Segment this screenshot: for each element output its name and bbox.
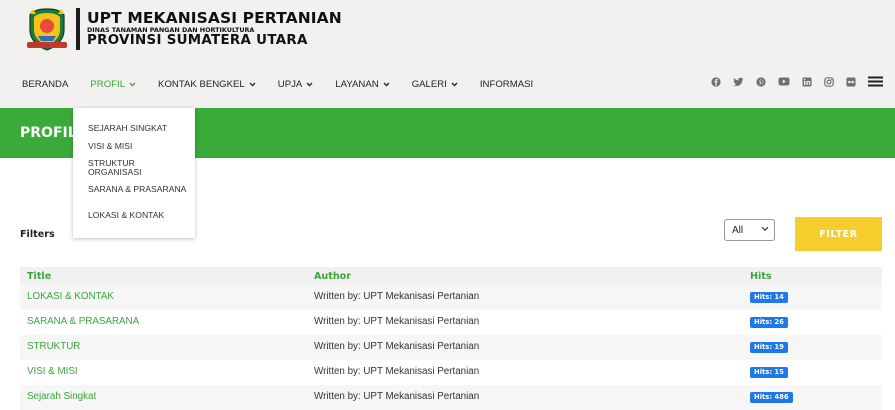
dropdown-item-sejarah-singkat[interactable]: SEJARAH SINGKAT (88, 124, 188, 133)
instagram-icon[interactable] (824, 76, 834, 87)
nav-item-label: LAYANAN (335, 78, 379, 90)
table-row: LOKASI & KONTAK Written by: UPT Mekanisa… (20, 285, 882, 310)
hits-badge: Hits: 26 (750, 317, 788, 328)
pinterest-icon[interactable] (756, 76, 766, 87)
nav-item-beranda[interactable]: BERANDA (22, 79, 68, 90)
site-header: UPT MEKANISASI PERTANIAN DINAS TANAMAN P… (0, 0, 895, 108)
filters-label: Filters (20, 229, 55, 240)
column-header-hits[interactable]: Hits (750, 271, 772, 282)
nav-item-upja[interactable]: UPJA (278, 79, 314, 90)
menu-hamburger-icon[interactable] (868, 76, 883, 87)
youtube-icon[interactable] (778, 77, 790, 86)
articles-table: Title Author Hits LOKASI & KONTAK Writte… (20, 267, 882, 410)
hits-badge: Hits: 15 (750, 367, 788, 378)
article-author: Written by: UPT Mekanisasi Pertanian (314, 316, 480, 327)
article-title-link[interactable]: VISI & MISI (27, 366, 78, 377)
article-author: Written by: UPT Mekanisasi Pertanian (314, 391, 480, 402)
table-row: STRUKTUR Written by: UPT Mekanisasi Pert… (20, 335, 882, 360)
site-logo[interactable]: UPT MEKANISASI PERTANIAN DINAS TANAMAN P… (24, 6, 342, 52)
table-row: SARANA & PRASARANA Written by: UPT Mekan… (20, 310, 882, 335)
chevron-down-icon (306, 82, 313, 87)
chevron-down-icon (249, 82, 256, 87)
linkedin-icon[interactable] (802, 77, 812, 87)
hits-badge: Hits: 19 (750, 342, 788, 353)
article-author: Written by: UPT Mekanisasi Pertanian (314, 341, 480, 352)
profil-dropdown-menu: SEJARAH SINGKAT VISI & MISI STRUKTUR ORG… (73, 108, 195, 238)
brand-title: UPT MEKANISASI PERTANIAN (87, 9, 342, 27)
nav-item-label: BERANDA (22, 78, 69, 90)
province-emblem-icon (27, 8, 67, 51)
brand-province: PROVINSI SUMATERA UTARA (87, 33, 308, 48)
logo-divider (76, 8, 80, 50)
nav-item-kontak-bengkel[interactable]: KONTAK BENGKEL (158, 79, 256, 90)
dropdown-item-visi-misi[interactable]: VISI & MISI (88, 142, 188, 151)
article-title-link[interactable]: STRUKTUR (27, 341, 80, 352)
nav-item-label: PROFIL (90, 78, 126, 90)
filter-select-value: All (732, 225, 744, 236)
article-title-link[interactable]: LOKASI & KONTAK (27, 291, 114, 302)
facebook-icon[interactable] (711, 76, 721, 87)
page-title: PROFIL (20, 125, 77, 141)
dropdown-item-struktur-organisasi[interactable]: STRUKTUR ORGANISASI (88, 159, 188, 177)
article-author: Written by: UPT Mekanisasi Pertanian (314, 291, 480, 302)
twitter-icon[interactable] (733, 77, 744, 87)
hits-badge: Hits: 14 (750, 292, 788, 303)
table-header: Title Author Hits (20, 267, 882, 285)
table-row: VISI & MISI Written by: UPT Mekanisasi P… (20, 360, 882, 385)
flickr-icon[interactable] (846, 77, 856, 87)
column-header-author[interactable]: Author (314, 271, 351, 282)
filter-button[interactable]: FILTER (795, 217, 882, 251)
dropdown-item-lokasi-kontak[interactable]: LOKASI & KONTAK (88, 211, 188, 220)
article-title-link[interactable]: Sejarah Singkat (27, 391, 96, 402)
nav-item-label: GALERI (411, 78, 447, 90)
social-links (699, 76, 883, 87)
chevron-down-icon (383, 82, 390, 87)
nav-item-label: KONTAK BENGKEL (158, 78, 245, 90)
table-row: Sejarah Singkat Written by: UPT Mekanisa… (20, 385, 882, 410)
nav-item-label: UPJA (277, 78, 303, 90)
dropdown-item-sarana-prasarana[interactable]: SARANA & PRASARANA (88, 185, 188, 194)
article-author: Written by: UPT Mekanisasi Pertanian (314, 366, 480, 377)
chevron-down-icon (129, 82, 136, 87)
nav-item-informasi[interactable]: INFORMASI (480, 79, 533, 90)
column-header-title[interactable]: Title (27, 271, 51, 282)
nav-item-label: INFORMASI (479, 78, 534, 90)
chevron-down-icon (761, 226, 769, 232)
nav-item-layanan[interactable]: LAYANAN (335, 78, 390, 90)
article-title-link[interactable]: SARANA & PRASARANA (27, 316, 139, 327)
main-nav: BERANDA PROFIL KONTAK BENGKEL UPJA LAYAN… (22, 77, 555, 91)
nav-item-galeri[interactable]: GALERI (412, 79, 458, 90)
chevron-down-icon (451, 82, 458, 87)
filter-select[interactable]: All (724, 219, 775, 241)
hits-badge: Hits: 486 (750, 392, 793, 403)
nav-item-profil[interactable]: PROFIL (90, 79, 136, 90)
table-body: LOKASI & KONTAK Written by: UPT Mekanisa… (20, 285, 882, 410)
brand-text: UPT MEKANISASI PERTANIAN DINAS TANAMAN P… (87, 10, 342, 48)
